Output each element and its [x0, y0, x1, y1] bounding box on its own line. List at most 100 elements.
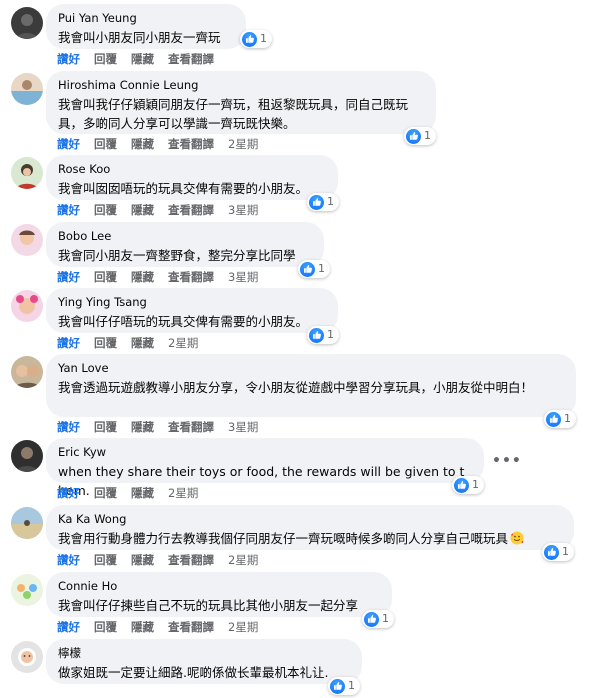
like-button[interactable]: 讚好: [57, 203, 80, 217]
reply-button[interactable]: 回覆: [94, 137, 117, 151]
avatar[interactable]: [11, 224, 43, 256]
reply-button[interactable]: 回覆: [94, 203, 117, 217]
comment-bubble: Rose Koo 我會叫囡囡唔玩的玩具交俾有需要的小朋友。: [46, 155, 338, 200]
like-button[interactable]: 讚好: [57, 137, 80, 151]
comment-text: 我會用行動身體力行去教導我個仔同朋友仔一齊玩嘅時候多啲同人分享自己嘅玩具: [58, 529, 562, 548]
hide-button[interactable]: 隱藏: [131, 203, 154, 217]
reaction-badge[interactable]: 1: [452, 476, 484, 494]
like-button[interactable]: 讚好: [57, 420, 80, 434]
hide-button[interactable]: 隱藏: [131, 486, 154, 500]
avatar[interactable]: [11, 507, 43, 539]
comment-author[interactable]: Pui Yan Yeung: [58, 11, 234, 26]
hide-button[interactable]: 隱藏: [131, 52, 154, 66]
comment-bubble: Eric Kyw when they share their toys or f…: [46, 438, 484, 498]
comment-time[interactable]: 3星期: [228, 203, 258, 217]
like-reaction-icon: [309, 327, 324, 343]
avatar[interactable]: [11, 290, 43, 322]
translate-button[interactable]: 查看翻譯: [168, 420, 214, 434]
comment-time[interactable]: 2星期: [228, 620, 258, 634]
comment-text: 我會叫仔仔揀些自己不玩的玩具比其他小朋友一起分享: [58, 598, 359, 613]
like-reaction-icon: [300, 261, 315, 277]
more-options-icon[interactable]: •••: [492, 454, 521, 468]
like-button[interactable]: 讚好: [57, 52, 80, 66]
comment-author[interactable]: Ying Ying Tsang: [58, 295, 326, 310]
comment-bubble: Pui Yan Yeung 我會叫小朋友同小朋友一齊玩: [46, 4, 246, 49]
comment-actions: 讚好 回覆 隱藏 2星期: [57, 336, 198, 350]
reaction-count: 1: [318, 262, 325, 275]
reaction-count: 1: [348, 679, 355, 692]
smiling-face-with-hearts-icon: [510, 531, 524, 545]
translate-button[interactable]: 查看翻譯: [168, 553, 214, 567]
comment-text: 我會叫我仔仔穎穎同朋友仔一齊玩，租返黎既玩具，同自己既玩具，多啲同人分享可以學識…: [58, 97, 409, 131]
reply-button[interactable]: 回覆: [94, 420, 117, 434]
translate-button[interactable]: 查看翻譯: [168, 52, 214, 66]
comment-time[interactable]: 2星期: [228, 553, 258, 567]
comment-author[interactable]: 檸檬: [58, 646, 350, 661]
reaction-count: 1: [564, 412, 571, 425]
reply-button[interactable]: 回覆: [94, 553, 117, 567]
reply-button[interactable]: 回覆: [94, 486, 117, 500]
comment-time[interactable]: 2星期: [168, 336, 198, 350]
comment-actions: 讚好 回覆 隱藏 查看翻譯 3星期: [57, 203, 258, 217]
like-reaction-icon: [242, 31, 257, 47]
like-button[interactable]: 讚好: [57, 553, 80, 567]
like-button[interactable]: 讚好: [57, 336, 80, 350]
reply-button[interactable]: 回覆: [94, 620, 117, 634]
hide-button[interactable]: 隱藏: [131, 553, 154, 567]
comment-actions: 讚好 回覆 隱藏 查看翻譯 2星期: [57, 620, 258, 634]
reaction-badge[interactable]: 1: [404, 127, 436, 145]
like-button[interactable]: 讚好: [57, 486, 80, 500]
reaction-badge[interactable]: 1: [328, 677, 360, 695]
hide-button[interactable]: 隱藏: [131, 270, 154, 284]
reaction-badge[interactable]: 1: [307, 193, 339, 211]
like-button[interactable]: 讚好: [57, 270, 80, 284]
comment-author[interactable]: Bobo Lee: [58, 229, 312, 244]
reaction-count: 1: [327, 195, 334, 208]
avatar[interactable]: [11, 356, 43, 388]
comment-time[interactable]: 2星期: [168, 486, 198, 500]
reaction-count: 1: [260, 32, 267, 45]
avatar[interactable]: [11, 73, 43, 105]
avatar[interactable]: [11, 7, 43, 39]
reaction-badge[interactable]: 1: [542, 543, 574, 561]
comment-time[interactable]: 3星期: [228, 270, 258, 284]
avatar[interactable]: [11, 641, 43, 673]
comment-author[interactable]: Rose Koo: [58, 162, 326, 177]
reply-button[interactable]: 回覆: [94, 336, 117, 350]
avatar[interactable]: [11, 157, 43, 189]
comment-time[interactable]: 2星期: [228, 137, 258, 151]
like-reaction-icon: [454, 477, 469, 493]
comment-author[interactable]: Yan Love: [58, 361, 564, 376]
hide-button[interactable]: 隱藏: [131, 336, 154, 350]
hide-button[interactable]: 隱藏: [131, 620, 154, 634]
comment-bubble: Yan Love 我會透過玩遊戲教導小朋友分享，令小朋友從遊戲中學習分享玩具，小…: [46, 354, 576, 417]
translate-button[interactable]: 查看翻譯: [168, 620, 214, 634]
translate-button[interactable]: 查看翻譯: [168, 270, 214, 284]
reaction-badge[interactable]: 1: [298, 260, 330, 278]
reaction-count: 1: [562, 545, 569, 558]
comment-author[interactable]: Eric Kyw: [58, 445, 472, 460]
reaction-badge[interactable]: 1: [544, 410, 576, 428]
translate-button[interactable]: 查看翻譯: [168, 203, 214, 217]
reaction-badge[interactable]: 1: [362, 610, 394, 628]
avatar[interactable]: [11, 574, 43, 606]
reaction-count: 1: [424, 129, 431, 142]
like-button[interactable]: 讚好: [57, 620, 80, 634]
hide-button[interactable]: 隱藏: [131, 137, 154, 151]
reply-button[interactable]: 回覆: [94, 270, 117, 284]
translate-button[interactable]: 查看翻譯: [168, 137, 214, 151]
hide-button[interactable]: 隱藏: [131, 420, 154, 434]
comment-bubble: Ka Ka Wong 我會用行動身體力行去教導我個仔同朋友仔一齊玩嘅時候多啲同人…: [46, 505, 574, 550]
comment-bubble: Bobo Lee 我會同小朋友一齊整野食，整完分享比同學: [46, 222, 324, 267]
reaction-badge[interactable]: 1: [307, 326, 339, 344]
comment-author[interactable]: Hiroshima Connie Leung: [58, 78, 424, 93]
reaction-badge[interactable]: 1: [240, 30, 272, 48]
comment-author[interactable]: Ka Ka Wong: [58, 512, 562, 527]
comment-author[interactable]: Connie Ho: [58, 579, 380, 594]
reaction-count: 1: [327, 328, 334, 341]
reply-button[interactable]: 回覆: [94, 52, 117, 66]
avatar[interactable]: [11, 440, 43, 472]
comment-time[interactable]: 3星期: [228, 420, 258, 434]
comment-actions: 讚好 回覆 隱藏 查看翻譯 2星期: [57, 553, 258, 567]
like-reaction-icon: [406, 128, 421, 144]
